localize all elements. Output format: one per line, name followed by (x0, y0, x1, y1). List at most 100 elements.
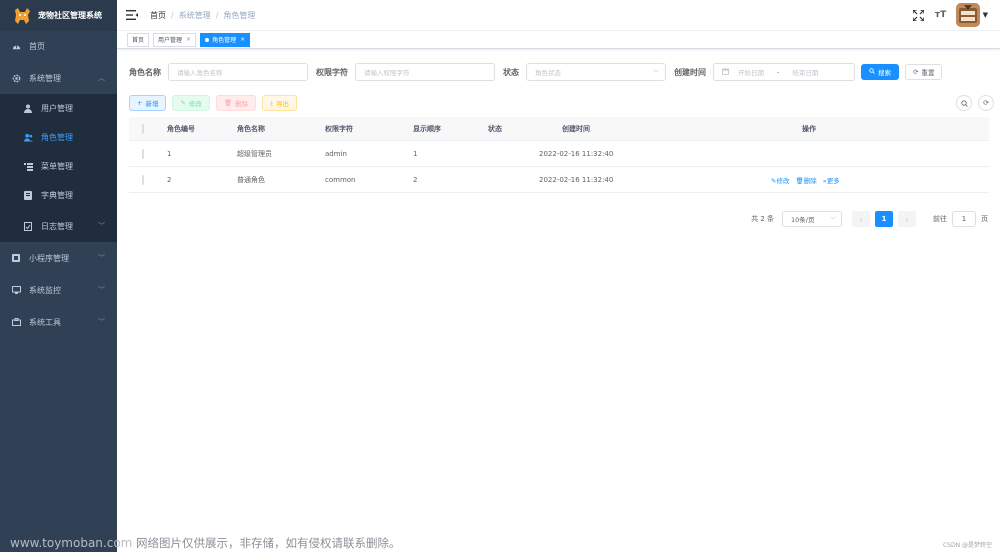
row-more-link[interactable]: »更多 (823, 175, 840, 185)
sidebar-item-menu[interactable]: 菜单管理 (0, 152, 117, 181)
submenu-system: 用户管理 角色管理 菜单管理 字典管理 日志管理 ﹀ (0, 94, 117, 242)
tag-role-management[interactable]: 角色管理 × (200, 32, 251, 47)
sidebar-item-tool[interactable]: 系统工具 ﹀ (0, 306, 117, 338)
log-icon (23, 221, 33, 231)
sidebar-item-miniapp[interactable]: 小程序管理 ﹀ (0, 242, 117, 274)
sidebar-item-label: 用户管理 (41, 104, 73, 113)
column-header: 权限字符 (325, 124, 353, 133)
chevron-down-icon: ﹀ (98, 286, 105, 294)
edit-button[interactable]: ✎ 修改 (172, 95, 210, 111)
toolbox-icon (11, 317, 21, 327)
sidebar-item-label: 角色管理 (41, 133, 73, 142)
cell-key: common (325, 175, 356, 184)
search-toggle-button[interactable] (956, 95, 972, 111)
cell-name: 超级管理员 (237, 149, 272, 158)
watermark-text: www.toymoban.com 网络图片仅供展示，非存储，如有侵权请联系删除。 (10, 535, 401, 551)
cell-id: 1 (167, 149, 172, 158)
size-select-icon[interactable]: тT (934, 8, 948, 22)
pagination: 共 2 条 10条/页 ﹀ ‹ 1 › 前往 1 页 (751, 211, 988, 227)
avatar[interactable] (955, 3, 980, 27)
sidebar-item-label: 菜单管理 (41, 162, 73, 171)
logo[interactable]: 宠物社区管理系统 (0, 0, 117, 31)
table-row: 2 普通角色 common 2 2022-02-16 11:32:40 ✎修改 … (129, 167, 989, 193)
page-size-select[interactable]: 10条/页 ﹀ (782, 211, 842, 227)
peoples-icon (23, 133, 33, 143)
user-icon (23, 104, 33, 114)
reset-button[interactable]: ⟳ 重置 (905, 64, 943, 80)
role-key-input[interactable]: 请输入权限字符 (355, 63, 495, 81)
close-icon[interactable]: × (240, 36, 245, 43)
sidebar: 宠物社区管理系统 首页 系统管理 ︿ 用户管理 角色管理 菜单管理 字典管理 日… (0, 0, 117, 552)
sidebar-item-dict[interactable]: 字典管理 (0, 181, 117, 210)
chevron-down-icon: ﹀ (98, 254, 105, 262)
gear-icon (11, 73, 21, 83)
select-all-checkbox[interactable] (142, 123, 144, 134)
edit-icon: ✎ (180, 99, 186, 107)
next-page-button[interactable]: › (898, 211, 916, 227)
sidebar-item-log[interactable]: 日志管理 ﹀ (0, 210, 117, 242)
app-icon (11, 253, 21, 263)
caret-down-icon[interactable]: ▼ (983, 11, 988, 19)
column-header: 显示顺序 (413, 124, 441, 133)
search-icon (869, 68, 875, 76)
cell-key: admin (325, 149, 347, 158)
sidebar-item-label: 系统工具 (29, 317, 61, 327)
sidebar-item-system[interactable]: 系统管理 ︿ (0, 62, 117, 94)
page-number-current[interactable]: 1 (875, 211, 893, 227)
sidebar-item-user[interactable]: 用户管理 (0, 94, 117, 123)
navbar-right: тT ▼ (912, 3, 988, 27)
delete-button[interactable]: 🗑 删除 (215, 95, 257, 111)
sidebar-item-home[interactable]: 首页 (0, 31, 117, 62)
row-checkbox[interactable] (142, 174, 144, 185)
top-navbar: 首页 / 系统管理 / 角色管理 тT ▼ (117, 0, 1000, 31)
tag-user-management[interactable]: 用户管理 × (153, 32, 197, 47)
dog-logo-icon (12, 6, 32, 26)
add-button[interactable]: + 新增 (129, 95, 167, 111)
page-jumper: 前往 1 页 (933, 211, 988, 227)
prev-page-button[interactable]: ‹ (852, 211, 870, 227)
date-range-picker[interactable]: 开始日期 - 结束日期 (713, 63, 855, 81)
sidebar-item-label: 系统监控 (29, 285, 61, 295)
row-delete-link[interactable]: 🗑删除 (795, 175, 816, 185)
column-header: 角色名称 (237, 124, 265, 133)
status-select[interactable]: 角色状态 ﹀ (526, 63, 666, 81)
breadcrumb-home[interactable]: 首页 (150, 10, 166, 21)
right-toolbar: ⟳ (950, 95, 994, 111)
breadcrumb-separator: / (215, 10, 219, 20)
dict-icon (23, 191, 33, 201)
goto-label: 前往 (933, 215, 947, 223)
status-label: 状态 (503, 67, 519, 77)
close-icon[interactable]: × (186, 36, 191, 43)
search-icon (960, 99, 968, 107)
active-dot-icon (205, 37, 210, 42)
sidebar-item-monitor[interactable]: 系统监控 ﹀ (0, 274, 117, 306)
tag-home[interactable]: 首页 (127, 32, 150, 47)
chevron-up-icon: ︿ (98, 74, 105, 82)
table-row: 1 超级管理员 admin 1 2022-02-16 11:32:40 (129, 141, 989, 167)
column-header: 操作 (802, 124, 816, 133)
hamburger-icon[interactable] (126, 10, 138, 20)
role-table: 角色编号 角色名称 权限字符 显示顺序 状态 创建时间 操作 1 超级管理员 a… (129, 117, 989, 193)
export-button[interactable]: ⤓ 导出 (262, 95, 298, 111)
search-button[interactable]: 搜索 (861, 64, 899, 80)
watermark-notice: 网络图片仅供展示，非存储，如有侵权请联系删除。 (132, 536, 401, 550)
goto-input[interactable]: 1 (952, 211, 976, 227)
sidebar-item-role[interactable]: 角色管理 (0, 123, 117, 152)
cell-sort: 2 (413, 175, 418, 184)
tree-table-icon (23, 162, 33, 172)
chevron-down-icon: ﹀ (98, 222, 105, 230)
page-suffix: 页 (981, 215, 988, 223)
row-checkbox[interactable] (142, 148, 144, 159)
cell-created: 2022-02-16 11:32:40 (539, 149, 614, 158)
sidebar-item-label: 字典管理 (41, 191, 73, 200)
sidebar-item-label: 小程序管理 (29, 253, 69, 263)
cell-created: 2022-02-16 11:32:40 (539, 175, 614, 184)
tags-view: 首页 用户管理 × 角色管理 × (117, 31, 1000, 49)
role-name-input[interactable]: 请输入角色名称 (168, 63, 308, 81)
toolbar: + 新增 ✎ 修改 🗑 删除 ⤓ 导出 (129, 95, 303, 111)
row-edit-link[interactable]: ✎修改 (771, 175, 789, 185)
end-date-placeholder: 结束日期 (792, 69, 819, 77)
refresh-button[interactable]: ⟳ (978, 95, 994, 111)
calendar-icon (722, 68, 729, 77)
fullscreen-icon[interactable] (912, 8, 926, 22)
